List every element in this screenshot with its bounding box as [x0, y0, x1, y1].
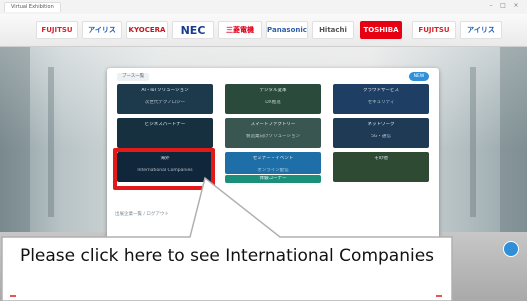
sponsor-logo[interactable]: FUJITSU	[412, 21, 456, 39]
sponsor-logo[interactable]: アイリス	[82, 21, 122, 39]
close-icon[interactable]: ×	[513, 3, 519, 9]
maximize-icon[interactable]: □	[500, 3, 506, 9]
browser-tab[interactable]: Virtual Exhibition	[4, 2, 61, 12]
sponsor-logo[interactable]: TOSHIBA	[360, 21, 402, 39]
help-button[interactable]	[503, 241, 519, 257]
minimize-icon[interactable]: –	[488, 3, 494, 9]
sponsor-logo-strip: FUJITSU アイリス KYOCERA NEC 三菱電機 Panasonic …	[0, 14, 527, 47]
booth-tile[interactable]: ビジネスパートナー	[117, 118, 213, 148]
hall-pillar	[500, 47, 527, 232]
panel-tab[interactable]: ブース一覧	[117, 73, 150, 81]
hall-pillar	[470, 67, 476, 217]
highlight-box	[113, 148, 215, 190]
booth-tile[interactable]: ネットワーク 5G・通信	[333, 118, 429, 148]
callout-text: Please click here to see International C…	[19, 246, 435, 266]
booth-tile[interactable]: クラウドサービス セキュリティ	[333, 84, 429, 114]
booth-tile[interactable]: セミナー・イベント オンライン配信	[225, 152, 321, 174]
panel-badge[interactable]: NEW	[409, 72, 429, 81]
booth-tile[interactable]: AI・IoTソリューション 次世代テクノロジー	[117, 84, 213, 114]
sponsor-logo[interactable]: KYOCERA	[126, 21, 168, 39]
booth-tile[interactable]: 体験コーナー	[225, 175, 321, 183]
sponsor-logo[interactable]: 三菱電機	[218, 21, 262, 39]
booth-tile[interactable]: スマートファクトリー 製造業向けソリューション	[225, 118, 321, 148]
sponsor-logo[interactable]: NEC	[172, 21, 214, 39]
booth-tile[interactable]: その他	[333, 152, 429, 182]
sponsor-logo[interactable]: Panasonic	[266, 21, 308, 39]
booth-tile[interactable]: デジタル変革 DX推進	[225, 84, 321, 114]
sponsor-logo[interactable]: アイリス	[460, 21, 502, 39]
sponsor-logo[interactable]: Hitachi	[312, 21, 354, 39]
panel-footer-links[interactable]: 出展企業一覧 / ログアウト	[115, 212, 169, 218]
hall-pillar	[0, 47, 30, 232]
sponsor-logo[interactable]: FUJITSU	[36, 21, 78, 39]
hall-pillar	[48, 67, 54, 217]
browser-titlebar: Virtual Exhibition – □ ×	[0, 0, 527, 15]
